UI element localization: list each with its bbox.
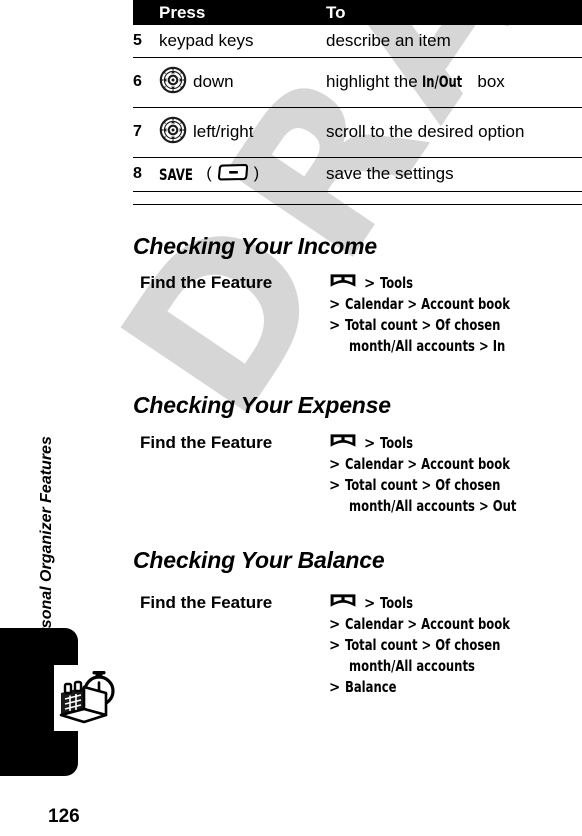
- press-label: down: [193, 72, 234, 91]
- menu-path-line: > Calendar > Account book: [329, 294, 582, 315]
- menu-path-line: > Tools: [329, 593, 582, 614]
- step-to: scroll to the desired option: [326, 107, 582, 157]
- sidebar: Personal Organizer Features 126: [0, 0, 128, 836]
- menu-path-text: > Tools: [364, 433, 418, 454]
- menu-item: Total count > Of chosen: [345, 476, 501, 494]
- to-text: describe an item: [326, 30, 451, 50]
- to-text: save the settings: [326, 164, 454, 183]
- menu-item: Calendar > Account book: [345, 455, 510, 473]
- menu-path: > Tools > Calendar > Account book > Tota…: [329, 593, 582, 698]
- chevron: >: [329, 615, 341, 633]
- to-text: scroll to the desired option: [326, 122, 525, 141]
- menu-item: month/All accounts > Out: [349, 497, 517, 515]
- paren-close: ): [253, 165, 260, 182]
- menu-item: month/All accounts > In: [349, 337, 506, 355]
- step-press: left/right: [159, 107, 326, 157]
- menu-path-line: > Total count > Of chosen: [329, 315, 582, 336]
- menu-item: Tools: [380, 434, 414, 452]
- page-number: 126: [48, 806, 80, 827]
- column-header-number: [133, 0, 159, 25]
- step-number: 5: [133, 31, 142, 49]
- step-press: SAVE ( ): [159, 157, 326, 191]
- menu-item: month/All accounts: [349, 657, 475, 675]
- menu-path-line: month/All accounts > Out: [329, 496, 582, 517]
- chevron: >: [364, 274, 376, 292]
- menu-path: > Tools > Calendar > Account book > Tota…: [329, 433, 582, 517]
- menu-path-line: month/All accounts > In: [329, 336, 582, 357]
- find-the-feature-label: Find the Feature: [140, 273, 273, 292]
- soft-key-icon: [217, 163, 248, 186]
- menu-item: Calendar > Account book: [345, 295, 510, 313]
- steps-table: Press To 5 keypad keys describe an item …: [133, 0, 582, 192]
- chevron: >: [329, 455, 341, 473]
- calendar-stopwatch-icon: [54, 665, 120, 731]
- to-text-emphasis: In/Out: [422, 72, 463, 91]
- menu-key-icon: [329, 273, 357, 294]
- to-text-suffix: box: [472, 72, 505, 91]
- menu-key-icon: [329, 433, 357, 454]
- menu-item: Tools: [380, 594, 414, 612]
- chevron: >: [329, 636, 341, 654]
- menu-item: Tools: [380, 274, 414, 292]
- chevron: >: [364, 594, 376, 612]
- press-label: left/right: [193, 122, 254, 141]
- table-row: 7 left/right scroll to the desired optio…: [133, 107, 582, 157]
- menu-path-line: > Tools: [329, 273, 582, 294]
- table-row: 8 SAVE ( ) save the settings: [133, 157, 582, 191]
- step-to: describe an item: [326, 25, 582, 57]
- menu-path: > Tools > Calendar > Account book > Tota…: [329, 273, 582, 357]
- find-the-feature-label: Find the Feature: [140, 593, 273, 612]
- menu-path-text: > Tools: [364, 593, 418, 614]
- paren-open: (: [206, 165, 212, 182]
- chevron: >: [364, 434, 376, 452]
- navigation-key-icon: [159, 66, 187, 99]
- main-content: Press To 5 keypad keys describe an item …: [133, 0, 582, 836]
- menu-path-line: > Calendar > Account book: [329, 614, 582, 635]
- section-heading-balance: Checking Your Balance: [133, 547, 385, 573]
- column-header-to: To: [326, 2, 346, 22]
- navigation-key-icon: [159, 116, 187, 149]
- menu-key-icon: [329, 593, 357, 614]
- step-number: 8: [133, 165, 142, 182]
- step-press: down: [159, 57, 326, 107]
- menu-path-text: > Tools: [364, 273, 418, 294]
- menu-path-line: > Calendar > Account book: [329, 454, 582, 475]
- menu-item: Total count > Of chosen: [345, 636, 501, 654]
- menu-path-line: month/All accounts: [329, 656, 582, 677]
- menu-path-line: > Balance: [329, 677, 582, 698]
- menu-item: Calendar > Account book: [345, 615, 510, 633]
- section-heading-expense: Checking Your Expense: [133, 392, 391, 418]
- step-number: 6: [133, 73, 142, 90]
- table-bottom-rule: [133, 204, 582, 205]
- to-text-prefix: highlight the: [326, 72, 423, 91]
- menu-path-line: > Total count > Of chosen: [329, 635, 582, 656]
- menu-path-line: > Tools: [329, 433, 582, 454]
- find-the-feature-label: Find the Feature: [140, 433, 273, 452]
- chevron: >: [329, 295, 341, 313]
- table-row: 6 down highlight the In/Out box: [133, 57, 582, 107]
- menu-path-line: > Total count > Of chosen: [329, 475, 582, 496]
- step-press: keypad keys: [159, 25, 326, 57]
- chevron: >: [329, 316, 341, 334]
- column-header-press: Press: [159, 2, 206, 22]
- table-row: 5 keypad keys describe an item: [133, 25, 582, 57]
- table-header-row: Press To: [133, 0, 582, 25]
- menu-item: Balance: [345, 678, 397, 696]
- step-to: save the settings: [326, 157, 582, 191]
- chapter-title-vertical: Personal Organizer Features: [38, 436, 55, 654]
- chevron: >: [329, 476, 341, 494]
- menu-item: Total count > Of chosen: [345, 316, 501, 334]
- press-label: keypad keys: [159, 30, 254, 50]
- chevron: >: [329, 678, 341, 696]
- softkey-label: SAVE: [159, 164, 193, 184]
- section-heading-income: Checking Your Income: [133, 233, 377, 259]
- step-number: 7: [133, 123, 142, 140]
- step-to: highlight the In/Out box: [326, 57, 582, 107]
